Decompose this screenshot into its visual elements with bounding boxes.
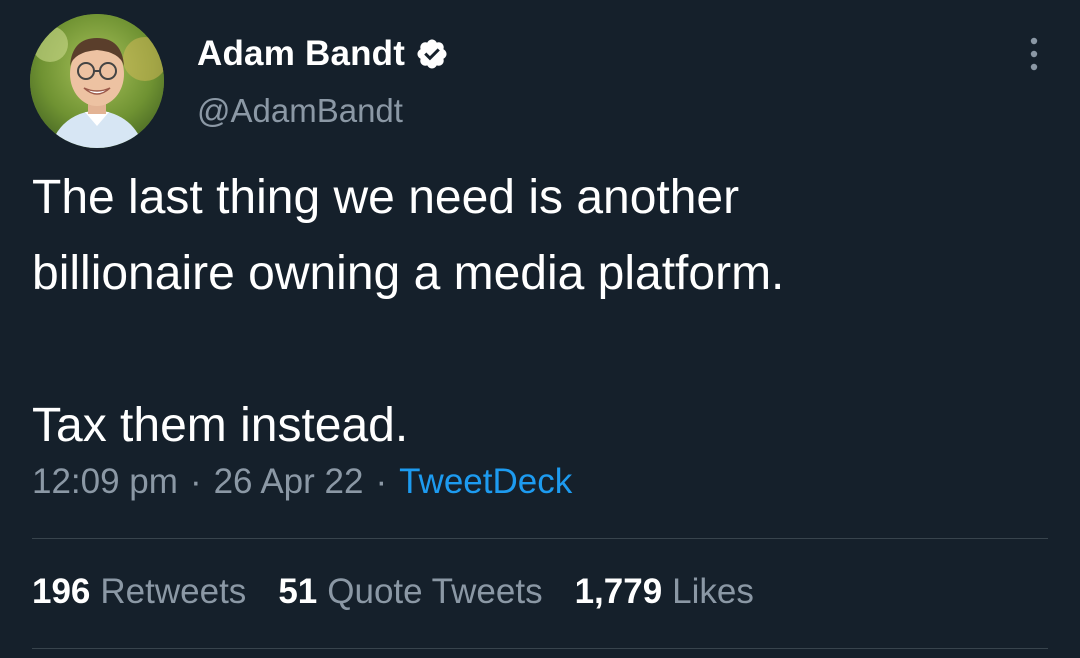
retweets-stat[interactable]: 196 Retweets [32, 572, 246, 612]
avatar-photo-icon [30, 14, 164, 148]
more-options-icon[interactable] [1024, 34, 1044, 74]
author-name-row: Adam Bandt [197, 31, 449, 77]
tweet-date[interactable]: 26 Apr 22 [214, 462, 364, 501]
avatar[interactable] [30, 14, 164, 148]
tweet-detail: Adam Bandt @AdamBandt The last thing we … [0, 0, 1080, 658]
quote-tweets-count: 51 [278, 572, 318, 611]
tweet-metadata: 12:09 pm · 26 Apr 22 · TweetDeck [32, 462, 572, 502]
display-name[interactable]: Adam Bandt [197, 34, 405, 74]
tweet-time[interactable]: 12:09 pm [32, 462, 178, 501]
tweet-text: The last thing we need is another billio… [32, 171, 785, 452]
engagement-stats: 196 Retweets 51 Quote Tweets 1,779 Likes [32, 572, 786, 612]
retweets-label: Retweets [100, 572, 247, 611]
quote-tweets-stat[interactable]: 51 Quote Tweets [278, 572, 542, 612]
retweets-count: 196 [32, 572, 91, 611]
tweet-source-link[interactable]: TweetDeck [399, 462, 572, 501]
verified-badge-icon [415, 37, 449, 71]
divider [32, 538, 1048, 539]
quote-tweets-label: Quote Tweets [327, 572, 543, 611]
likes-label: Likes [672, 572, 754, 611]
likes-count: 1,779 [574, 572, 663, 611]
meta-separator: · [375, 462, 388, 501]
divider [32, 648, 1048, 649]
user-handle[interactable]: @AdamBandt [197, 92, 403, 130]
meta-separator: · [189, 462, 202, 501]
likes-stat[interactable]: 1,779 Likes [575, 572, 754, 612]
